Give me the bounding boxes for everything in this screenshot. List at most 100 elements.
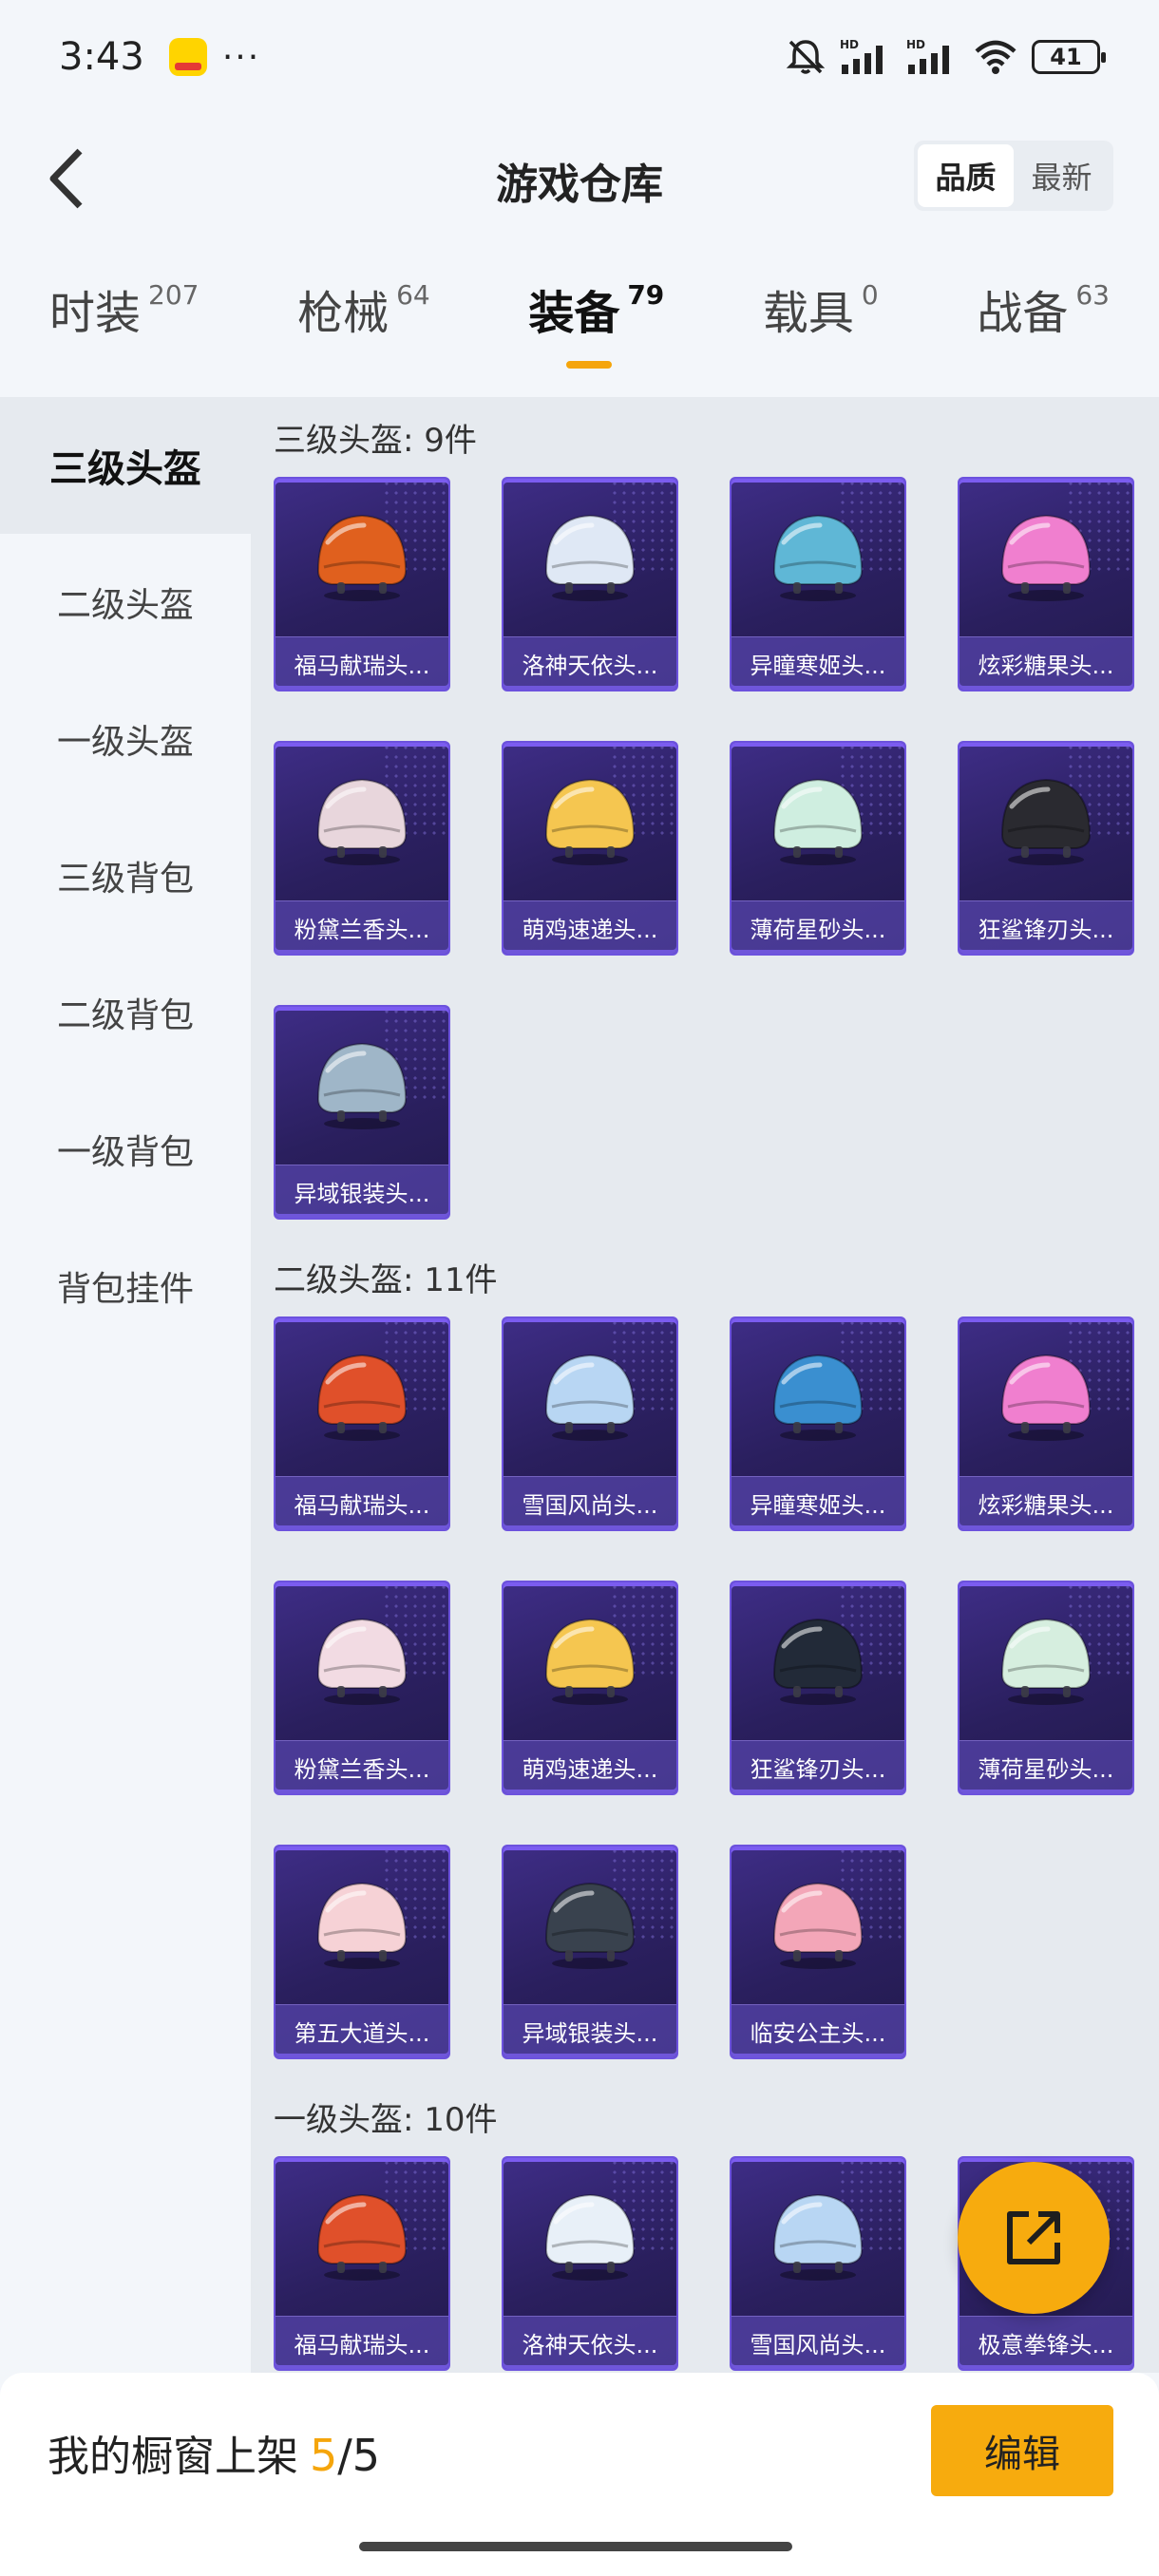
tab-count: 79 <box>627 279 665 311</box>
item-grid: 福马献瑞头... 洛神天依头... 异瞳寒姬头... 炫彩糖果头... 粉黛兰香头...… <box>274 477 1159 1220</box>
item-name: 雪国风尚头... <box>732 2316 904 2369</box>
item-card[interactable]: 福马献瑞头... <box>274 2156 450 2371</box>
item-name: 粉黛兰香头... <box>276 900 448 954</box>
helmet-icon <box>305 1872 419 1980</box>
item-name: 福马献瑞头... <box>276 2316 448 2369</box>
tab-count: 0 <box>861 279 879 311</box>
showcase-separator: / <box>337 2430 352 2481</box>
signal-hd-icon: HD <box>906 38 960 76</box>
sidebar-item-level1-backpack[interactable]: 一级背包 <box>0 1081 251 1218</box>
item-card[interactable]: 雪国风尚头... <box>502 1316 678 1531</box>
item-card[interactable]: 炫彩糖果头... <box>958 477 1134 691</box>
sidebar-item-level2-helmet[interactable]: 二级头盔 <box>0 534 251 671</box>
tab-count: 207 <box>148 279 200 311</box>
sidebar: 三级头盔 二级头盔 一级头盔 三级背包 二级背包 一级背包 背包挂件 <box>0 397 251 2373</box>
sidebar-item-level2-backpack[interactable]: 二级背包 <box>0 944 251 1081</box>
item-name: 萌鸡速递头... <box>504 900 676 954</box>
showcase-status: 我的橱窗上架 5 / 5 <box>48 2422 380 2483</box>
svg-text:HD: HD <box>906 38 925 51</box>
item-name: 狂鲨锋刃头... <box>960 900 1132 954</box>
item-card[interactable]: 狂鲨锋刃头... <box>730 1581 906 1795</box>
sort-toggle: 品质 最新 <box>914 141 1113 211</box>
tab-weapons[interactable]: 枪械 64 <box>297 275 430 389</box>
item-list: 三级头盔: 9件 福马献瑞头... 洛神天依头... 异瞳寒姬头... 炫彩糖果头...… <box>251 397 1159 2373</box>
helmet-icon <box>761 2184 875 2292</box>
item-name: 薄荷星砂头... <box>960 1740 1132 1793</box>
helmet-icon <box>533 2184 647 2292</box>
helmet-icon <box>305 2184 419 2292</box>
item-card[interactable]: 异瞳寒姬头... <box>730 1316 906 1531</box>
header: 游戏仓库 品质 最新 <box>0 123 1159 237</box>
sidebar-item-level1-helmet[interactable]: 一级头盔 <box>0 671 251 807</box>
item-card[interactable]: 异瞳寒姬头... <box>730 477 906 691</box>
item-card[interactable]: 异域银装头... <box>274 1005 450 1220</box>
item-name: 雪国风尚头... <box>504 1476 676 1529</box>
item-card[interactable]: 狂鲨锋刃头... <box>958 741 1134 956</box>
more-notifications-icon: ··· <box>221 37 261 77</box>
tab-label: 枪械 <box>297 287 390 340</box>
helmet-icon <box>761 768 875 877</box>
helmet-icon <box>761 1344 875 1452</box>
item-card[interactable]: 雪国风尚头... <box>730 2156 906 2371</box>
item-name: 异瞳寒姬头... <box>732 636 904 690</box>
svg-text:HD: HD <box>840 38 859 51</box>
tab-count: 63 <box>1075 279 1110 311</box>
item-card[interactable]: 粉黛兰香头... <box>274 1581 450 1795</box>
showcase-count: 5 <box>310 2430 338 2481</box>
section-title: 二级头盔: 11件 <box>274 1260 498 1299</box>
item-name: 福马献瑞头... <box>276 1476 448 1529</box>
helmet-icon <box>533 1344 647 1452</box>
edit-button[interactable]: 编辑 <box>931 2405 1113 2496</box>
signal-hd-icon: HD <box>840 38 893 76</box>
item-card[interactable]: 临安公主头... <box>730 1845 906 2059</box>
helmet-icon <box>533 1872 647 1980</box>
tab-fashion[interactable]: 时装 207 <box>49 275 199 389</box>
tab-vehicles[interactable]: 载具 0 <box>763 275 879 389</box>
sidebar-item-backpack-charm[interactable]: 背包挂件 <box>0 1218 251 1354</box>
sidebar-item-level3-backpack[interactable]: 三级背包 <box>0 807 251 944</box>
helmet-icon <box>533 504 647 613</box>
item-card[interactable]: 福马献瑞头... <box>274 477 450 691</box>
item-card[interactable]: 第五大道头... <box>274 1845 450 2059</box>
item-grid: 福马献瑞头... 雪国风尚头... 异瞳寒姬头... 炫彩糖果头... 粉黛兰香头...… <box>274 1316 1159 2059</box>
sort-newest-option[interactable]: 最新 <box>1014 144 1110 207</box>
item-card[interactable]: 炫彩糖果头... <box>958 1316 1134 1531</box>
helmet-icon <box>305 1608 419 1716</box>
sort-quality-option[interactable]: 品质 <box>918 144 1014 207</box>
helmet-icon <box>761 1608 875 1716</box>
item-card[interactable]: 洛神天依头... <box>502 477 678 691</box>
item-name: 第五大道头... <box>276 2004 448 2057</box>
helmet-icon <box>305 504 419 613</box>
mute-icon <box>785 38 826 76</box>
tab-count: 64 <box>396 279 430 311</box>
item-card[interactable]: 萌鸡速递头... <box>502 1581 678 1795</box>
tab-label: 时装 <box>49 287 142 340</box>
tab-equipment[interactable]: 装备 79 <box>528 275 664 389</box>
item-name: 萌鸡速递头... <box>504 1740 676 1793</box>
tab-combat-gear[interactable]: 战备 63 <box>977 275 1110 389</box>
item-card[interactable]: 粉黛兰香头... <box>274 741 450 956</box>
share-button[interactable] <box>958 2162 1110 2314</box>
item-card[interactable]: 洛神天依头... <box>502 2156 678 2371</box>
item-card[interactable]: 薄荷星砂头... <box>730 741 906 956</box>
item-name: 洛神天依头... <box>504 2316 676 2369</box>
item-card[interactable]: 异域银装头... <box>502 1845 678 2059</box>
item-card[interactable]: 薄荷星砂头... <box>958 1581 1134 1795</box>
helmet-icon <box>533 768 647 877</box>
status-bar: 3:43 ··· HD HD 41 <box>0 0 1159 114</box>
helmet-icon <box>305 1032 419 1141</box>
item-name: 异域银装头... <box>276 1165 448 1218</box>
active-tab-indicator <box>566 361 613 369</box>
item-name: 极意拳锋头... <box>960 2316 1132 2369</box>
helmet-icon <box>761 504 875 613</box>
helmet-icon <box>989 1344 1103 1452</box>
item-card[interactable]: 萌鸡速递头... <box>502 741 678 956</box>
showcase-label: 我的橱窗上架 <box>48 2433 298 2481</box>
helmet-icon <box>989 504 1103 613</box>
sidebar-item-level3-helmet[interactable]: 三级头盔 <box>0 397 251 534</box>
item-name: 异域银装头... <box>504 2004 676 2057</box>
item-name: 炫彩糖果头... <box>960 1476 1132 1529</box>
item-card[interactable]: 福马献瑞头... <box>274 1316 450 1531</box>
wifi-icon <box>973 38 1018 76</box>
home-indicator[interactable] <box>359 2542 792 2551</box>
